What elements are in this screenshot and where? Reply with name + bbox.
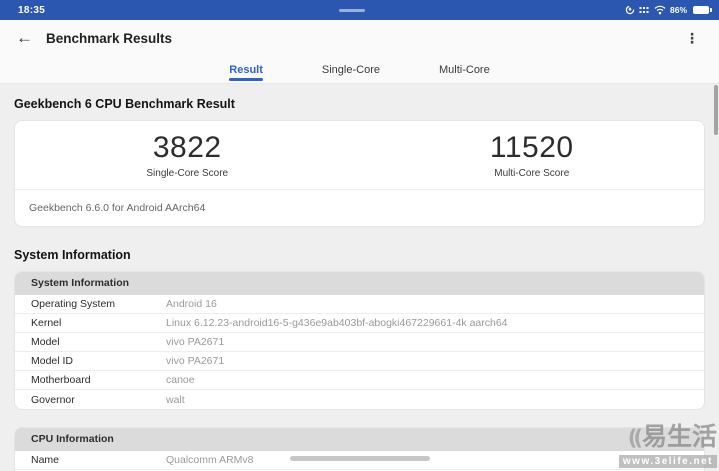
row-value: Linux 6.12.23-android16-5-g436e9ab403bf-… <box>166 317 508 329</box>
row-value: Qualcomm ARMv8 <box>166 454 254 466</box>
data-saver-icon <box>625 5 635 15</box>
row-value: vivo PA2671 <box>166 336 225 348</box>
tab-multi-core[interactable]: Multi-Core <box>437 56 492 83</box>
tab-result[interactable]: Result <box>227 56 265 83</box>
overflow-menu-icon[interactable]: ⋮ <box>681 30 703 47</box>
row-label: Motherboard <box>31 374 91 386</box>
single-core-score-label: Single-Core Score <box>146 168 229 179</box>
system-info-table-header: System Information <box>15 272 704 295</box>
multi-core-score-block: 11520 Multi-Core Score <box>360 131 705 180</box>
wifi-icon <box>654 5 666 15</box>
multi-core-score-label: Multi-Core Score <box>494 168 570 179</box>
tab-active-indicator <box>229 78 264 81</box>
row-label: Operating System <box>31 298 116 310</box>
status-bar: 18:35 86% <box>0 0 719 20</box>
score-card: 3822 Single-Core Score 11520 Multi-Core … <box>14 120 705 227</box>
table-row-governor: Governor walt <box>15 390 704 409</box>
multi-core-score-value: 11520 <box>489 131 574 164</box>
row-value: walt <box>166 393 185 406</box>
status-time: 18:35 <box>18 4 46 16</box>
battery-icon <box>693 6 712 14</box>
table-row-model-id: Model ID vivo PA2671 <box>15 352 704 371</box>
table-row-kernel: Kernel Linux 6.12.23-android16-5-g436e9a… <box>15 314 704 333</box>
row-label: Name <box>31 454 60 466</box>
camera-cutout-indicator <box>339 9 365 12</box>
single-core-score-block: 3822 Single-Core Score <box>15 131 360 180</box>
geekbench-version: Geekbench 6.6.0 for Android AArch64 <box>29 202 206 214</box>
row-label: Model ID <box>31 355 74 367</box>
scores-row: 3822 Single-Core Score 11520 Multi-Core … <box>15 121 704 189</box>
content: Geekbench 6 CPU Benchmark Result 3822 Si… <box>0 97 719 471</box>
system-info-heading: System Information <box>14 248 131 262</box>
table-row-model: Model vivo PA2671 <box>15 333 704 352</box>
battery-percent: 86% <box>669 5 687 15</box>
page-title: Benchmark Results <box>46 30 173 46</box>
row-value: Android 16 <box>166 298 217 310</box>
table-row-operating-system: Operating System Android 16 <box>15 295 704 314</box>
result-heading: Geekbench 6 CPU Benchmark Result <box>14 97 235 111</box>
scrollbar-thumb[interactable] <box>714 85 718 135</box>
tab-multi-core-label: Multi-Core <box>438 63 490 76</box>
table-row-motherboard: Motherboard canoe <box>15 371 704 390</box>
tab-single-core-label: Single-Core <box>321 63 380 76</box>
status-icons: 86% <box>625 5 712 15</box>
screen: 18:35 86% ← Benchmark Results ⋮ Result S… <box>0 0 719 471</box>
tab-bar: Result Single-Core Multi-Core <box>0 56 719 84</box>
row-label: Governor <box>31 393 75 406</box>
row-label: Model <box>31 336 60 348</box>
back-arrow-icon[interactable]: ← <box>16 28 40 48</box>
row-value: vivo PA2671 <box>166 355 225 367</box>
row-value: canoe <box>166 374 195 386</box>
cpu-info-table: CPU Information Name Qualcomm ARMv8 Topo… <box>14 427 705 471</box>
app-header: ← Benchmark Results ⋮ <box>0 20 719 56</box>
gesture-navigation-pill[interactable] <box>290 456 430 461</box>
tab-result-label: Result <box>229 63 263 76</box>
mobile-data-icon <box>639 7 649 13</box>
system-info-table: System Information Operating System Andr… <box>14 271 705 410</box>
single-core-score-value: 3822 <box>152 131 222 164</box>
row-label: Kernel <box>31 317 62 329</box>
tab-single-core[interactable]: Single-Core <box>320 56 382 83</box>
cpu-info-table-header: CPU Information <box>15 428 704 451</box>
